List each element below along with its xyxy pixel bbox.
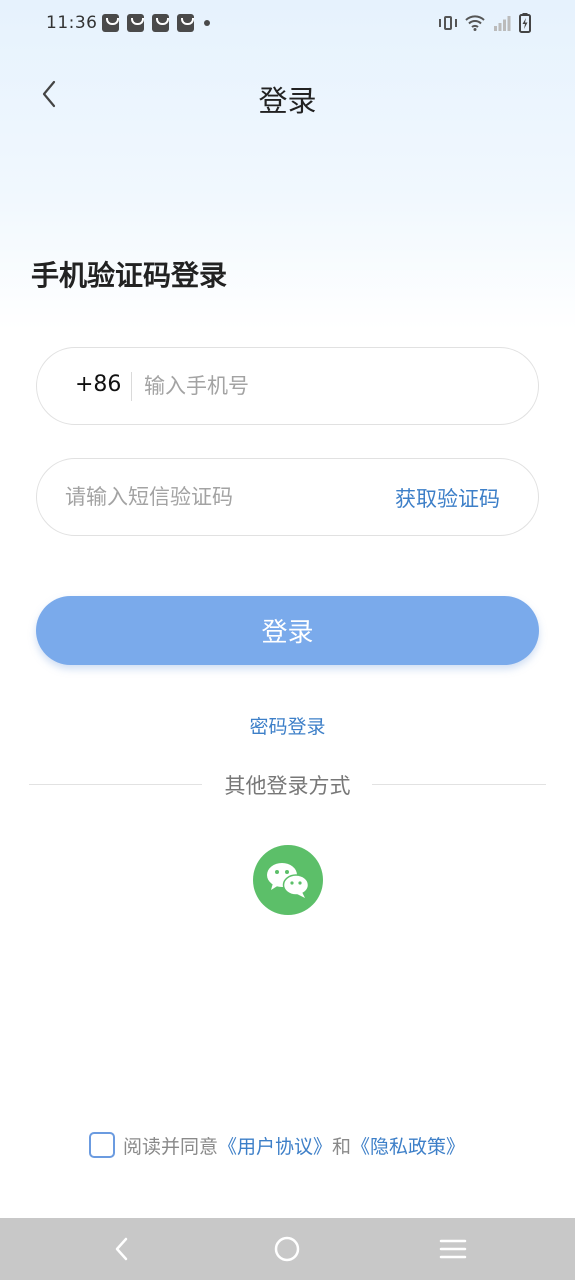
wifi-icon xyxy=(465,15,485,31)
shopping-bag-icon xyxy=(102,14,119,32)
dot-icon xyxy=(204,20,210,26)
password-login-link[interactable]: 密码登录 xyxy=(0,712,575,739)
agreement-conjunction: 和 xyxy=(332,1135,352,1158)
shopping-bag-icon xyxy=(152,14,169,32)
vibrate-icon xyxy=(439,14,457,32)
system-icons xyxy=(439,13,531,33)
other-login-divider: 其他登录方式 xyxy=(29,770,546,800)
other-login-label: 其他登录方式 xyxy=(224,774,351,798)
agreement-checkbox[interactable] xyxy=(89,1132,115,1158)
status-time: 11:36 xyxy=(46,13,98,33)
status-bar: 11:36 xyxy=(0,0,575,48)
shopping-bag-icon xyxy=(177,14,194,32)
system-nav-bar xyxy=(0,1218,575,1280)
nav-home-button[interactable] xyxy=(269,1231,305,1267)
phone-field: +86 xyxy=(36,347,539,425)
login-button[interactable]: 登录 xyxy=(36,596,539,665)
user-agreement-link[interactable]: 《用户协议》 xyxy=(218,1132,332,1159)
divider xyxy=(131,372,132,401)
get-code-button[interactable]: 获取验证码 xyxy=(395,483,500,513)
agreement-prefix: 阅读并同意 xyxy=(123,1135,219,1158)
wechat-login-button[interactable] xyxy=(253,845,323,915)
country-code[interactable]: +86 xyxy=(75,372,121,397)
page-title: 登录 xyxy=(258,84,317,118)
privacy-policy-link[interactable]: 《隐私政策》 xyxy=(351,1132,465,1159)
section-title: 手机验证码登录 xyxy=(31,259,228,292)
battery-charging-icon xyxy=(519,13,531,33)
notification-icons xyxy=(102,14,210,32)
wechat-icon xyxy=(267,863,310,898)
agreement-row: 阅读并同意 《用户协议》 和 《隐私政策》 xyxy=(89,1131,465,1159)
nav-menu-button[interactable] xyxy=(435,1231,471,1267)
code-field: 获取验证码 xyxy=(36,458,539,536)
home-circle-icon xyxy=(274,1236,300,1262)
nav-back-icon xyxy=(115,1237,128,1261)
sms-code-input[interactable] xyxy=(65,476,365,518)
signal-icon xyxy=(493,15,511,31)
menu-icon xyxy=(439,1239,467,1259)
divider-line xyxy=(372,784,546,785)
phone-input[interactable] xyxy=(144,365,504,407)
shopping-bag-icon xyxy=(127,14,144,32)
nav-back-button[interactable] xyxy=(104,1231,140,1267)
